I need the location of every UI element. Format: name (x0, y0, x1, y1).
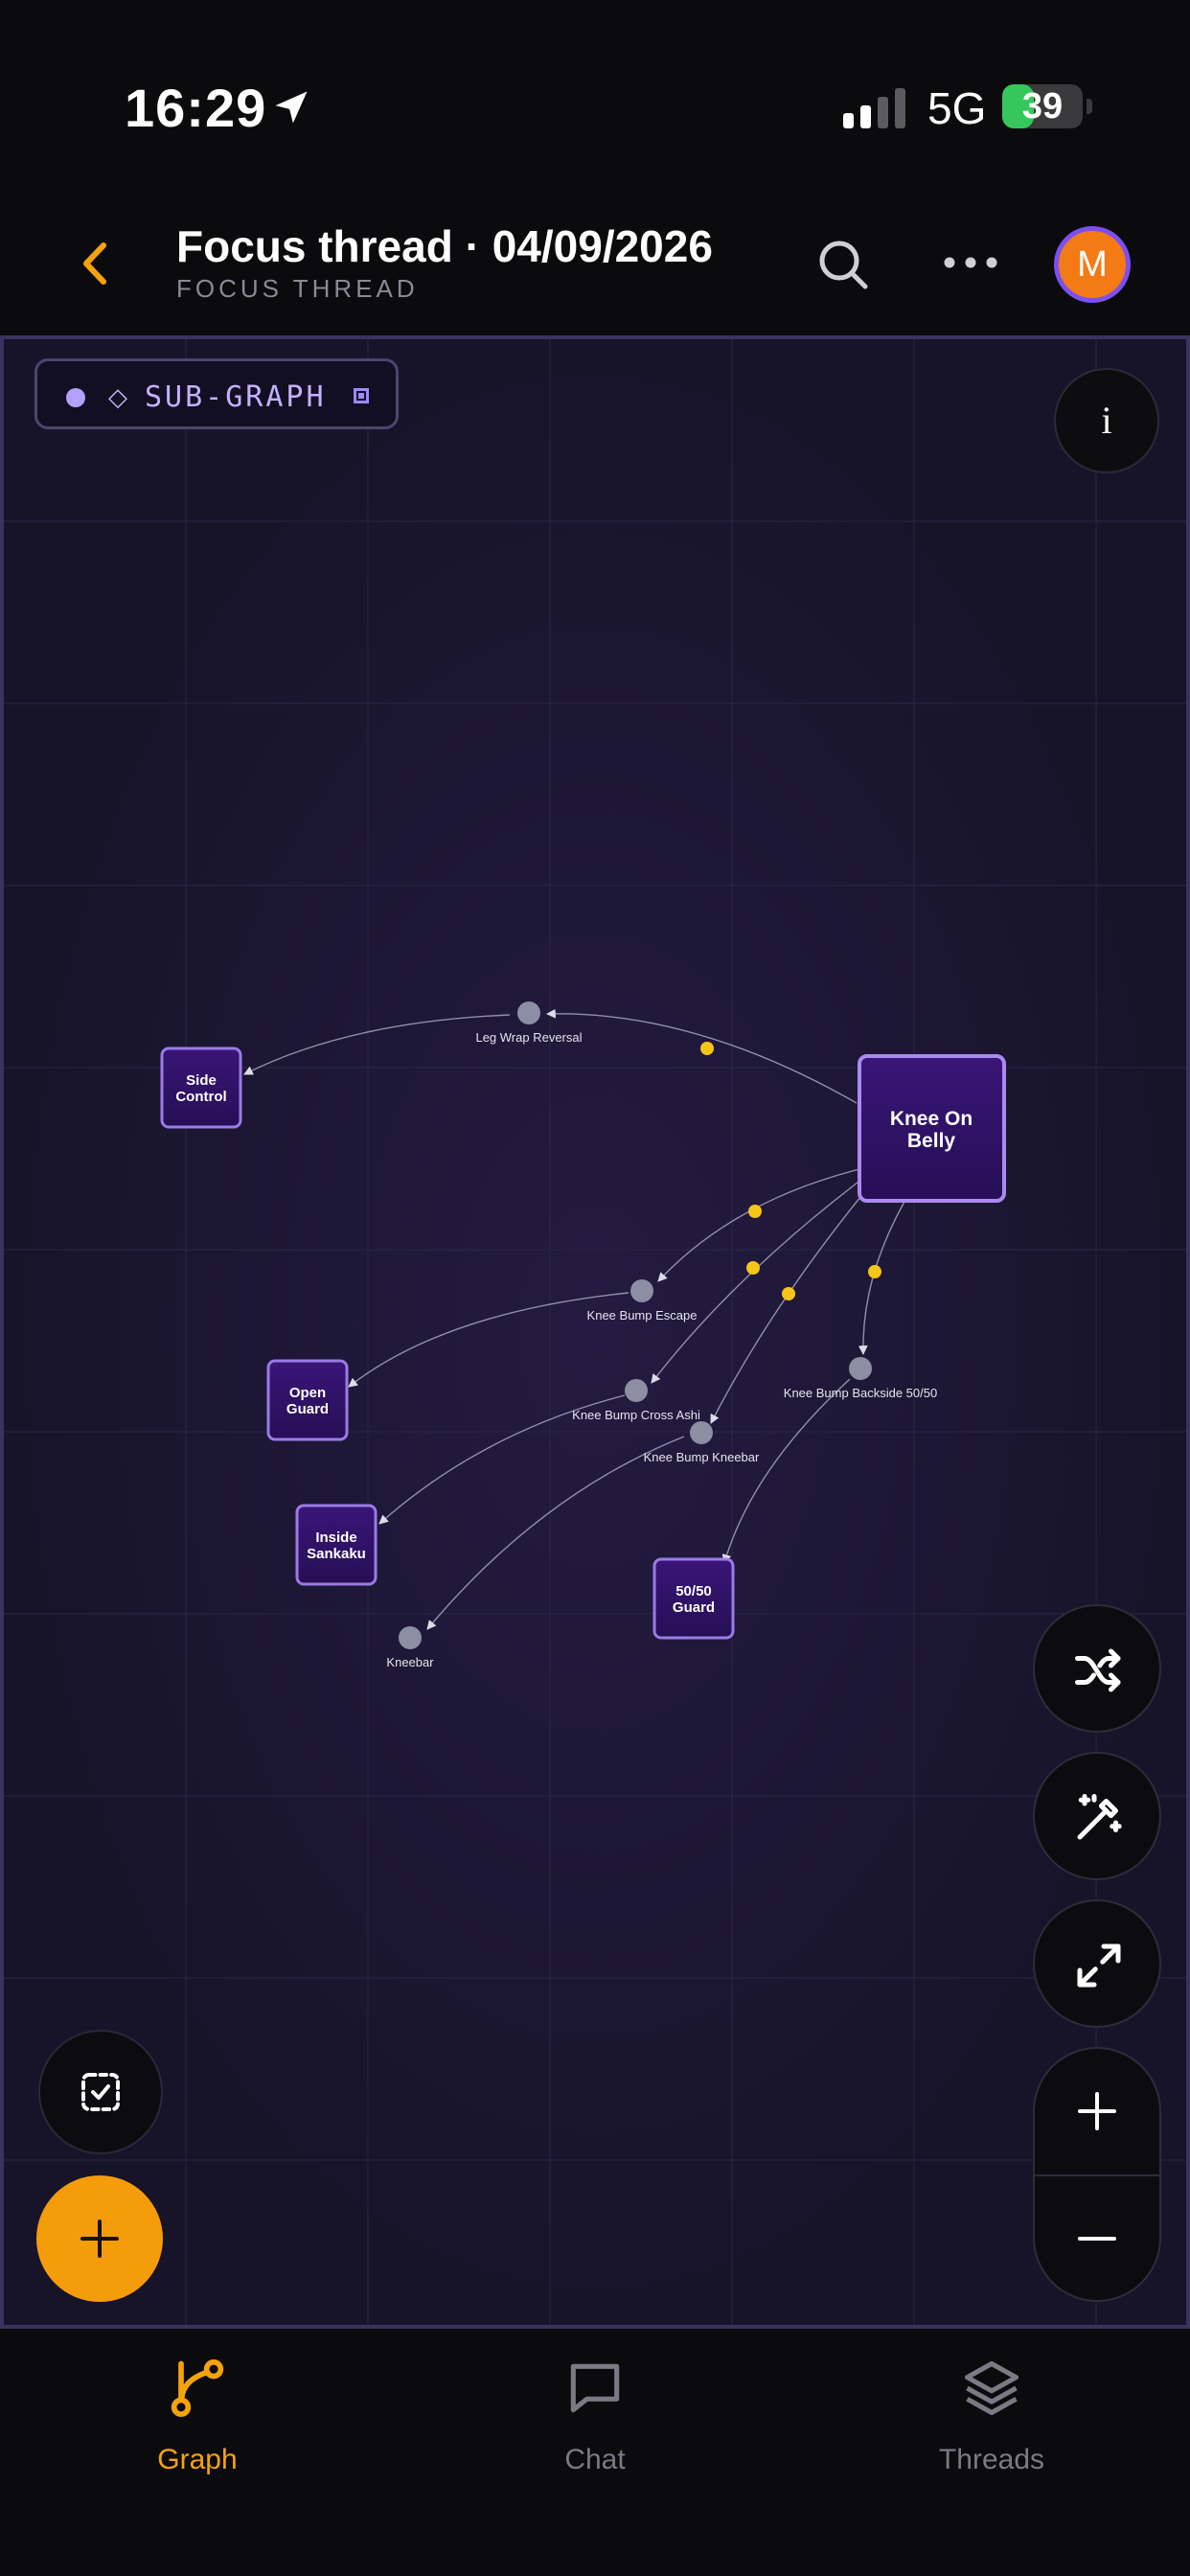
tab-threads[interactable]: Threads (848, 2350, 1135, 2484)
graph: Leg Wrap Reversal Knee Bump Escape Knee … (160, 1001, 1006, 1669)
edge-label: Kneebar (386, 1655, 434, 1669)
edge-knee-bump-kneebar-b[interactable] (426, 1436, 685, 1630)
magic-wand-icon (1077, 1794, 1122, 1840)
battery-level: 39 (1021, 86, 1064, 126)
status-bar: 16:29 5G 39 (0, 0, 1190, 192)
node-inside-sankaku[interactable]: Inside Sankaku (295, 1504, 378, 1586)
zoom-controls (1033, 2047, 1161, 2302)
waypoint-knee-bump-kneebar[interactable] (690, 1421, 713, 1444)
edge-label: Leg Wrap Reversal (475, 1030, 582, 1045)
multi-select-button[interactable] (38, 2030, 163, 2154)
edge-handle[interactable] (746, 1261, 760, 1275)
tab-bar: Graph Chat Threads (0, 2329, 1190, 2576)
plus-icon (80, 2220, 119, 2258)
edge-label: Knee Bump Cross Ashi (572, 1408, 700, 1422)
graph-branch-icon (171, 2358, 224, 2418)
plus-icon (1078, 2092, 1116, 2130)
edge-handle[interactable] (748, 1205, 762, 1218)
battery-icon: 39 (1002, 84, 1092, 128)
tab-label: Chat (564, 2444, 626, 2475)
waypoint-kneebar[interactable] (399, 1626, 422, 1649)
node-label-line: Inside (315, 1530, 356, 1546)
edge-label: Knee Bump Escape (587, 1308, 698, 1322)
graph-canvas[interactable]: ◇ SUB-GRAPH i Leg Wrap Reversal Knee Bum… (0, 335, 1190, 2329)
node-label-line: Belly (907, 1130, 956, 1152)
node-label-line: Sankaku (307, 1546, 366, 1562)
node-fifty-fifty-guard[interactable]: 50/50 Guard (652, 1557, 735, 1640)
tab-label: Graph (157, 2444, 238, 2475)
expand-icon (1077, 1944, 1121, 1988)
node-label-line: Guard (286, 1401, 329, 1417)
edge-handle[interactable] (700, 1042, 714, 1055)
add-node-button[interactable] (36, 2175, 163, 2302)
edge-leg-wrap-reversal-a[interactable] (546, 1008, 858, 1104)
waypoint-knee-bump-escape[interactable] (630, 1279, 653, 1302)
waypoint-leg-wrap-reversal[interactable] (517, 1001, 540, 1024)
node-label-line: 50/50 (675, 1583, 712, 1599)
edge-handle[interactable] (868, 1265, 881, 1278)
node-knee-on-belly[interactable]: Knee On Belly (858, 1054, 1006, 1203)
back-chevron-icon[interactable] (77, 240, 115, 288)
edge-label: Knee Bump Backside 50/50 (784, 1386, 937, 1400)
avatar[interactable]: M (1054, 226, 1131, 303)
waypoint-knee-bump-cross-ashi[interactable] (625, 1379, 648, 1402)
node-open-guard[interactable]: Open Guard (266, 1359, 349, 1441)
zoom-out-button[interactable] (1035, 2176, 1159, 2300)
node-label-line: Open (289, 1385, 326, 1401)
more-options-icon[interactable] (941, 243, 1000, 282)
chat-bubble-icon (570, 2363, 620, 2413)
shuffle-layout-button[interactable] (1033, 1604, 1161, 1733)
edge-knee-bump-backside-b[interactable] (721, 1378, 851, 1564)
auto-arrange-button[interactable] (1033, 1752, 1161, 1880)
node-label-line: Guard (673, 1599, 715, 1616)
select-check-icon (81, 2073, 120, 2111)
layers-icon (964, 2360, 1019, 2416)
tab-chat[interactable]: Chat (451, 2350, 739, 2484)
tab-graph[interactable]: Graph (54, 2350, 341, 2484)
node-label-line: Control (175, 1089, 226, 1105)
node-side-control[interactable]: Side Control (160, 1046, 242, 1129)
network-type: 5G (927, 83, 987, 133)
edge-label: Knee Bump Kneebar (644, 1450, 760, 1464)
cellular-signal-icon (843, 88, 905, 128)
node-label-line: Knee On (890, 1108, 973, 1130)
waypoint-knee-bump-backside[interactable] (849, 1357, 872, 1380)
page-subtitle: FOCUS THREAD (176, 274, 419, 303)
fit-view-button[interactable] (1033, 1899, 1161, 2028)
minus-icon (1078, 2237, 1116, 2241)
header: Focus thread · 04/09/2026 FOCUS THREAD M (0, 192, 1190, 335)
search-icon[interactable] (816, 238, 870, 291)
tab-label: Threads (938, 2444, 1045, 2475)
status-time: 16:29 (125, 78, 267, 138)
edge-leg-wrap-reversal-b[interactable] (243, 1014, 511, 1075)
edge-handle[interactable] (782, 1287, 795, 1300)
node-label-line: Side (186, 1072, 217, 1089)
edge-knee-bump-escape-b[interactable] (348, 1292, 629, 1388)
zoom-in-button[interactable] (1035, 2049, 1159, 2176)
edge-knee-bump-backside-a[interactable] (858, 1201, 905, 1355)
location-arrow-icon (275, 91, 308, 124)
page-title: Focus thread · 04/09/2026 (176, 221, 713, 271)
shuffle-icon (1075, 1648, 1121, 1692)
